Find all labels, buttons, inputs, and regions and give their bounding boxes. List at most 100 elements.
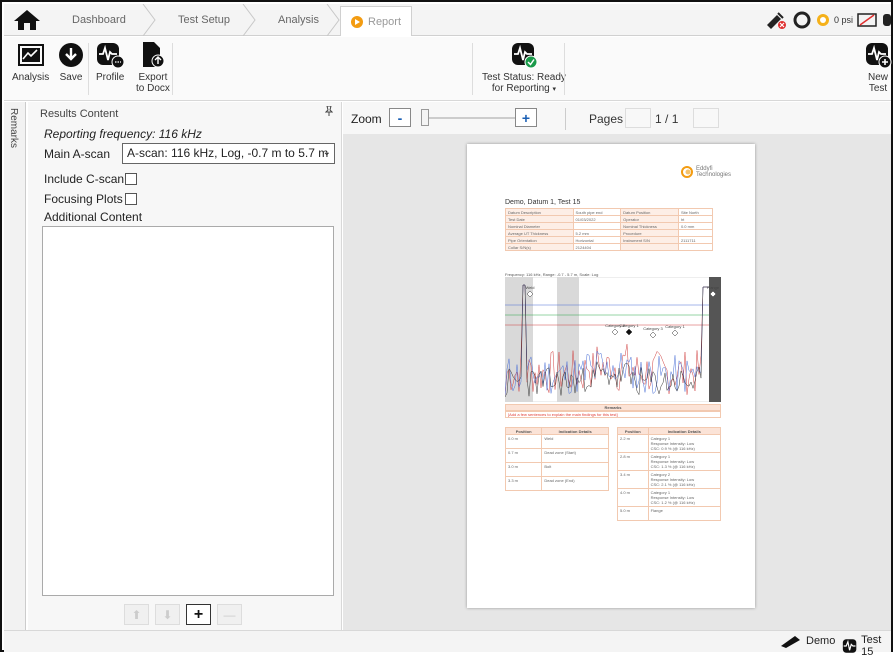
test-info-table: Datum Description South pipe end Datum Pos… (505, 208, 714, 251)
additional-content-list[interactable] (42, 226, 334, 596)
report-play-icon (351, 15, 363, 28)
new-test-button[interactable]: New Test (864, 41, 892, 94)
pages-label: Pages (589, 112, 624, 126)
indication-row: 0.0 m Weld (504, 434, 609, 449)
indication-position: 4.0 m (617, 488, 649, 507)
dead-zone-shade (557, 277, 579, 402)
indication-position: 3.4 m (617, 470, 649, 489)
indication-detail: Weld (544, 436, 554, 441)
system-status-icons: 0 psi (764, 8, 891, 32)
results-content-panel: Results Content Reporting frequency: 116… (28, 102, 342, 630)
indication-detail: Weld (541, 434, 609, 449)
page-indicator: 1 / 1 (655, 112, 678, 126)
col-details: Indication Details (647, 427, 722, 435)
remarks-text: [Add a few sentences to explain the main… (505, 411, 721, 418)
report-page: Eddyfi Technologies Demo, Datum 1, Test 1… (467, 144, 755, 608)
notification-icon[interactable] (883, 11, 891, 29)
indication-row: 3.0 m Bolt (504, 462, 609, 477)
new-test-line2: Test (868, 83, 888, 94)
logo-line2: Technologies (695, 172, 731, 178)
list-actions: ⬆ ⬇ + — (124, 604, 242, 625)
save-button[interactable]: Save (57, 41, 85, 83)
tab-report-label: Report (368, 15, 402, 28)
current-page: 1 (655, 112, 662, 126)
chevron-down-icon: ▾ (552, 86, 557, 93)
battery-warning-icon (857, 13, 877, 27)
side-tab-strip: Remarks (4, 102, 26, 650)
zoom-slider-thumb[interactable] (421, 109, 429, 126)
indication-sub2: CSC: 2.1 % (@ 116 kHz) (650, 482, 695, 487)
indication-sub2: CSC: 1.3 % (@ 116 kHz) (650, 464, 695, 469)
next-page-button[interactable] (693, 108, 719, 128)
focusing-plots-label: Focusing Plots (44, 192, 123, 206)
test-status-button[interactable]: Test Status: Ready for Reporting ▾ (482, 41, 566, 95)
info-key: Nominal Diameter (505, 222, 574, 230)
tab-report[interactable]: Report (340, 6, 412, 36)
remove-content-button[interactable]: — (217, 604, 242, 625)
total-pages: 1 (671, 112, 679, 126)
test-waveform-icon (842, 639, 857, 653)
save-download-icon (59, 43, 83, 67)
new-test-line1: New (867, 72, 888, 83)
pipe-icon (781, 636, 800, 648)
add-content-button[interactable]: + (186, 604, 211, 625)
site-indicator[interactable]: Demo (778, 634, 835, 648)
analysis-button[interactable]: Analysis (12, 41, 49, 83)
move-up-button[interactable]: ⬆ (124, 604, 149, 625)
minus-icon: — (223, 607, 236, 622)
zoom-slider-track[interactable] (421, 117, 521, 119)
indication-marker-label: Flange (707, 285, 720, 290)
info-key: Test Date (505, 215, 574, 223)
arrow-down-icon: ⬇ (162, 607, 173, 622)
profile-waveform-icon (97, 43, 125, 69)
flange-zone (709, 277, 721, 402)
export-document-icon (142, 42, 165, 68)
main-ascan-select[interactable]: A-scan: 116 kHz, Log, -0.7 m to 5.7 m ⌄ (122, 143, 335, 164)
page-separator: / (665, 112, 669, 126)
minus-icon: - (397, 109, 403, 126)
info-key: Average UT Thickness (505, 229, 574, 237)
move-down-button[interactable]: ⬇ (155, 604, 180, 625)
test-status-line1: Test Status: Ready (482, 72, 566, 83)
crumb-analysis[interactable]: Analysis (278, 4, 319, 36)
report-preview-area[interactable]: Eddyfi Technologies Demo, Datum 1, Test 1… (343, 134, 891, 630)
info-value (677, 229, 714, 237)
previous-page-button[interactable] (625, 108, 651, 128)
reporting-frequency: Reporting frequency: 116 kHz (44, 127, 202, 141)
profile-button[interactable]: Profile (96, 41, 124, 83)
info-value: Horizontal (572, 236, 622, 244)
zoom-in-button[interactable]: + (515, 108, 537, 127)
test-name: Test 15 (861, 634, 882, 658)
crumb-dashboard[interactable]: Dashboard (72, 4, 126, 36)
info-key (620, 243, 679, 251)
indication-position: 3.0 m (504, 462, 543, 477)
indication-sub2: CSC: 1.2 % (@ 116 kHz) (650, 500, 695, 505)
indication-row: 0.7 m Dead zone (Start) (504, 448, 609, 463)
indications-table-right: Position Indication Details 2.2 m Category… (617, 427, 722, 521)
ribbon-divider (172, 43, 173, 95)
ribbon-divider (564, 43, 565, 95)
indication-detail: Category 1 Response Intensity: Low CSC: 1.… (647, 488, 722, 507)
indications-table-left: Position Indication Details 0.0 m Weld 0.7 … (504, 427, 609, 491)
indication-detail: Bolt (541, 462, 609, 477)
zoom-out-button[interactable]: - (389, 108, 411, 127)
export-docx-button[interactable]: Export to Docx (136, 41, 170, 94)
pin-icon[interactable] (324, 105, 334, 119)
zoom-label: Zoom (351, 112, 382, 126)
crumb-test-setup[interactable]: Test Setup (178, 4, 230, 36)
info-value: 2111711 (677, 236, 714, 244)
test-indicator[interactable]: Test 15 (842, 634, 891, 658)
info-row: Pipe Orientation Horizontal Instrument S/N… (505, 236, 714, 244)
info-row: Collar S/N(s) 2124404 (505, 243, 714, 251)
indication-detail: Dead zone (Start) (544, 450, 576, 455)
include-cscan-checkbox[interactable] (125, 173, 137, 185)
focusing-plots-checkbox[interactable] (125, 193, 137, 205)
info-value (572, 222, 622, 230)
info-key: Pipe Orientation (505, 236, 574, 244)
indication-marker-label: Category 1 (619, 323, 639, 328)
arrow-up-icon: ⬆ (131, 607, 142, 622)
home-button[interactable] (10, 7, 44, 33)
indication-sub2: CSC: 0.9 % (@ 116 kHz) (650, 446, 695, 451)
tab-remarks[interactable]: Remarks (8, 108, 19, 148)
indication-marker-label: Category 3 (643, 326, 663, 331)
